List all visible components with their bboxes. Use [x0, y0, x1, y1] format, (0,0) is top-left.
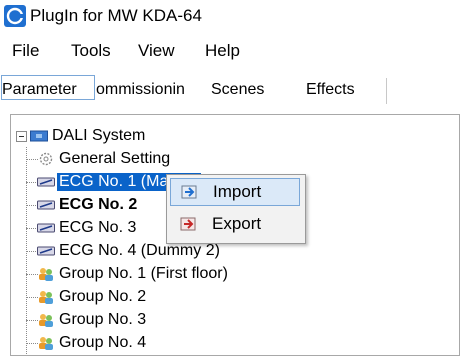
tree-item-label: General Setting — [59, 150, 171, 167]
app-logo-icon — [4, 5, 26, 27]
tree-root-node[interactable]: DALI System — [30, 125, 145, 147]
tree-item-label: ECG No. 2 — [59, 196, 138, 213]
ecg-icon — [37, 177, 55, 187]
context-menu: Import Export — [166, 174, 306, 244]
tree-item-group-3[interactable]: Group No. 3 — [37, 309, 146, 331]
collapse-toggle-icon[interactable] — [16, 131, 27, 142]
menu-help[interactable]: Help — [205, 41, 240, 61]
context-import[interactable]: Import — [170, 178, 300, 206]
context-import-label: Import — [213, 182, 262, 201]
tab-scenes[interactable]: Scenes — [211, 81, 264, 99]
group-icon — [39, 291, 53, 304]
context-export[interactable]: Export — [170, 210, 300, 238]
tab-commissioning[interactable]: ommissionin — [96, 81, 200, 99]
tab-bar: Parameter ommissionin Scenes Effects — [0, 70, 467, 112]
title-bar: PlugIn for MW KDA-64 — [0, 0, 467, 32]
tree-item-ecg-3[interactable]: ECG No. 3 — [37, 217, 136, 239]
group-icon — [39, 337, 53, 350]
menu-tools[interactable]: Tools — [71, 41, 111, 61]
gear-icon — [39, 152, 53, 166]
tree-item-label: Group No. 4 — [59, 334, 147, 351]
export-icon — [180, 217, 196, 231]
tree-item-general-setting[interactable]: General Setting — [37, 148, 170, 170]
tree-item-label: Group No. 2 — [59, 288, 147, 305]
menu-bar: File Tools View Help — [0, 36, 467, 66]
menu-file[interactable]: File — [12, 41, 39, 61]
group-icon — [39, 268, 53, 281]
tree-item-group-1[interactable]: Group No. 1 (First floor) — [37, 263, 228, 285]
tree-item-label: Group No. 3 — [59, 311, 147, 328]
ecg-icon — [37, 246, 55, 256]
tree-root-label: DALI System — [52, 127, 146, 144]
group-icon — [39, 314, 53, 327]
tree-item-label: ECG No. 3 — [59, 219, 137, 236]
tree-item-label: Group No. 1 (First floor) — [59, 265, 228, 282]
import-icon — [181, 185, 197, 199]
tree-item-group-4[interactable]: Group No. 4 — [37, 332, 146, 354]
tree-item-group-2[interactable]: Group No. 2 — [37, 286, 146, 308]
ecg-icon — [37, 200, 55, 210]
tree-item-label: ECG No. 4 (Dummy 2) — [59, 242, 220, 259]
window-title: PlugIn for MW KDA-64 — [30, 6, 202, 25]
tab-parameter[interactable]: Parameter — [1, 75, 95, 100]
context-export-label: Export — [212, 214, 262, 233]
menu-view[interactable]: View — [138, 41, 175, 61]
tree-item-ecg-2[interactable]: ECG No. 2 — [37, 194, 137, 216]
ecg-icon — [37, 223, 55, 233]
dali-system-icon — [30, 130, 48, 142]
tab-effects[interactable]: Effects — [306, 81, 355, 99]
tab-divider — [386, 78, 387, 104]
